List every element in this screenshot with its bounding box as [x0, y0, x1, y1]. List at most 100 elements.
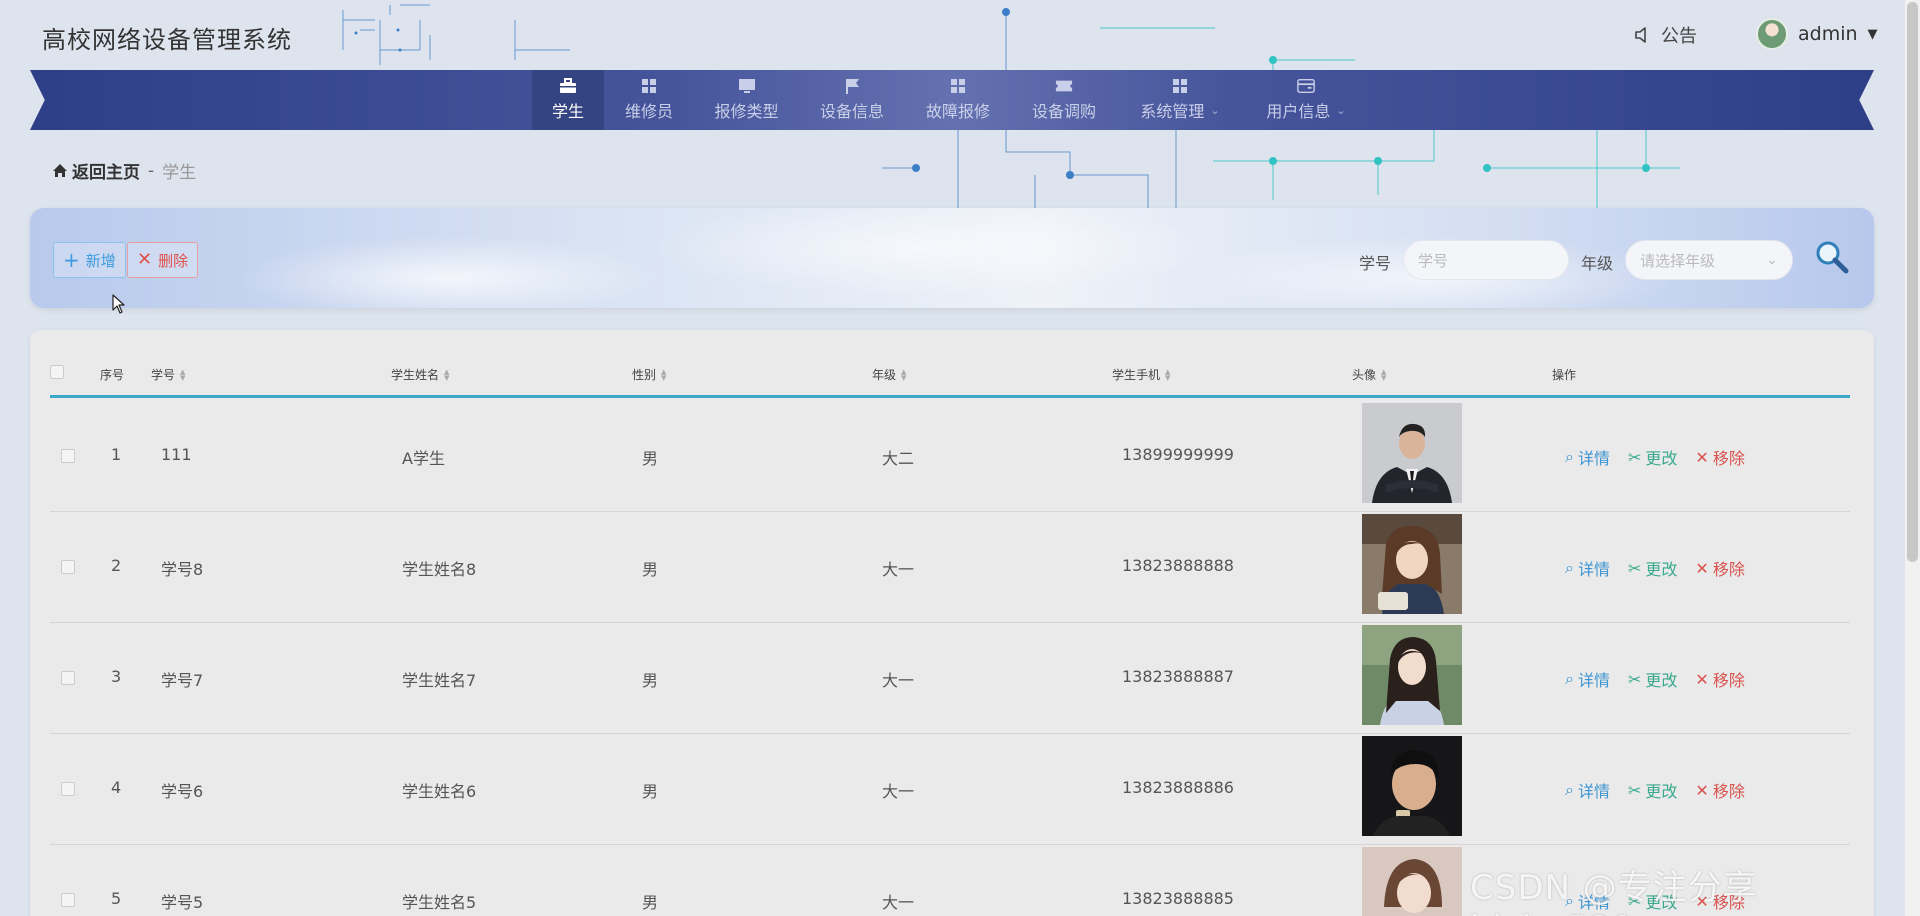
- cell-grade: 大一: [882, 893, 915, 912]
- scrollbar-thumb[interactable]: [1907, 2, 1918, 562]
- table-header: [50, 350, 1850, 398]
- delete-button[interactable]: ✕ 删除: [127, 242, 199, 278]
- nav-item-device-info[interactable]: 设备信息: [799, 70, 905, 130]
- row-actions: ⌕ 详情 ✂ 更改 ✕ 移除: [1565, 667, 1745, 691]
- nav-item-fault-repair[interactable]: 故障报修: [905, 70, 1011, 130]
- close-icon: ✕: [1695, 780, 1709, 800]
- student-photo: [1362, 625, 1462, 725]
- nav-label: 故障报修: [925, 102, 990, 121]
- briefcase-icon: [559, 78, 577, 94]
- column-header-index: 序号: [100, 368, 125, 382]
- close-icon: ✕: [1695, 558, 1709, 578]
- edit-button[interactable]: ✂ 更改: [1628, 445, 1677, 469]
- nav-label: 学生: [551, 102, 584, 121]
- edit-button[interactable]: ✂ 更改: [1628, 778, 1677, 802]
- chevron-down-icon: ⌄: [1210, 103, 1220, 117]
- sort-icon: ▲ ▼: [1381, 367, 1387, 382]
- cell-name: 学生姓名8: [402, 560, 477, 579]
- remove-button[interactable]: ✕ 移除: [1695, 667, 1744, 691]
- student-photo: [1362, 847, 1462, 916]
- grid-icon: [640, 78, 658, 94]
- search-icon: ⌕: [1565, 558, 1574, 577]
- cell-phone: 13823888887: [1122, 667, 1234, 686]
- nav-label: 用户信息: [1266, 102, 1331, 121]
- student-id-input[interactable]: 学号: [1403, 240, 1569, 280]
- nav-item-system-management[interactable]: 系统管理 ⌄: [1117, 70, 1243, 130]
- cell-grade: 大一: [882, 560, 915, 579]
- nav-item-device-purchase[interactable]: 设备调购: [1011, 70, 1117, 130]
- detail-button[interactable]: ⌕ 详情: [1565, 667, 1610, 691]
- detail-button[interactable]: ⌕ 详情: [1565, 556, 1610, 580]
- chevron-down-icon: ⌄: [1336, 103, 1346, 117]
- search-button[interactable]: [1812, 238, 1852, 278]
- detail-button[interactable]: ⌕ 详情: [1565, 778, 1610, 802]
- cell-gender: 男: [642, 893, 659, 912]
- sort-icon: ▲ ▼: [1165, 367, 1171, 382]
- nav-item-repairer[interactable]: 维修员: [604, 70, 694, 130]
- search-icon: [1816, 241, 1849, 274]
- home-link[interactable]: 返回主页: [52, 158, 140, 183]
- student-photo: [1362, 514, 1462, 614]
- cell-index: 4: [111, 778, 122, 797]
- edit-button[interactable]: ✂ 更改: [1628, 667, 1677, 691]
- remove-button[interactable]: ✕ 移除: [1695, 556, 1744, 580]
- row-checkbox[interactable]: [61, 671, 75, 685]
- mouse-cursor-icon: [112, 294, 125, 314]
- nav-item-repair-type[interactable]: 报修类型: [694, 70, 799, 130]
- column-header-student-id[interactable]: 学号 ▲ ▼: [151, 366, 185, 383]
- row-checkbox[interactable]: [61, 449, 75, 463]
- sort-icon: ▲ ▼: [180, 367, 186, 382]
- cell-name: 学生姓名7: [402, 671, 477, 690]
- plus-icon: +: [63, 248, 80, 272]
- nav-label: 系统管理: [1140, 102, 1205, 121]
- grade-placeholder: 请选择年级: [1640, 251, 1716, 270]
- column-header-grade[interactable]: 年级 ▲ ▼: [872, 366, 906, 383]
- detail-button[interactable]: ⌕ 详情: [1565, 445, 1610, 469]
- caret-down-icon: ▼: [1867, 26, 1878, 42]
- add-button[interactable]: + 新增: [53, 242, 126, 278]
- notice-button[interactable]: 公告: [1633, 22, 1697, 48]
- nav-item-user-info[interactable]: 用户信息 ⌄: [1243, 70, 1369, 130]
- student-id-placeholder: 学号: [1418, 251, 1449, 270]
- row-checkbox[interactable]: [61, 560, 75, 574]
- grade-label: 年级: [1581, 254, 1614, 273]
- column-header-actions: 操作: [1552, 368, 1577, 382]
- select-all-checkbox[interactable]: [50, 365, 64, 379]
- breadcrumb: 返回主页 - 学生: [52, 158, 196, 183]
- row-checkbox[interactable]: [61, 782, 75, 796]
- search-icon: ⌕: [1565, 780, 1574, 799]
- cell-phone: 13899999999: [1122, 445, 1234, 464]
- edit-button[interactable]: ✂ 更改: [1628, 556, 1677, 580]
- user-menu[interactable]: admin ▼: [1756, 18, 1878, 50]
- search-icon: ⌕: [1565, 447, 1574, 466]
- cell-index: 3: [111, 667, 122, 686]
- remove-button[interactable]: ✕ 移除: [1695, 445, 1744, 469]
- column-header-phone[interactable]: 学生手机 ▲ ▼: [1112, 366, 1170, 383]
- nav-item-student[interactable]: 学生: [532, 70, 604, 130]
- wallet-icon: [1297, 78, 1315, 94]
- app-title: 高校网络设备管理系统: [42, 26, 292, 54]
- grade-select[interactable]: 请选择年级 ⌄: [1625, 240, 1793, 280]
- grid-icon: [949, 78, 967, 94]
- cell-grade: 大一: [882, 671, 915, 690]
- cell-phone: 13823888888: [1122, 556, 1234, 575]
- student-photo: [1362, 403, 1462, 503]
- cell-index: 2: [111, 556, 122, 575]
- row-actions: ⌕ 详情 ✂ 更改 ✕ 移除: [1565, 445, 1745, 469]
- cell-gender: 男: [642, 782, 659, 801]
- nav-label: 报修类型: [714, 102, 779, 121]
- column-header-name[interactable]: 学生姓名 ▲ ▼: [391, 366, 449, 383]
- scissors-icon: ✂: [1627, 669, 1642, 689]
- avatar: [1756, 18, 1788, 50]
- row-checkbox[interactable]: [61, 893, 75, 907]
- column-header-avatar[interactable]: 头像 ▲ ▼: [1352, 366, 1386, 383]
- column-header-gender[interactable]: 性别 ▲ ▼: [632, 366, 666, 383]
- cell-name: A学生: [402, 449, 445, 468]
- remove-button[interactable]: ✕ 移除: [1695, 778, 1744, 802]
- cell-student-id: 学号7: [161, 671, 204, 690]
- home-icon: [53, 164, 67, 177]
- cell-phone: 13823888886: [1122, 778, 1234, 797]
- flag-icon: [843, 78, 861, 94]
- cell-index: 1: [111, 445, 122, 464]
- sort-icon: ▲ ▼: [444, 367, 450, 382]
